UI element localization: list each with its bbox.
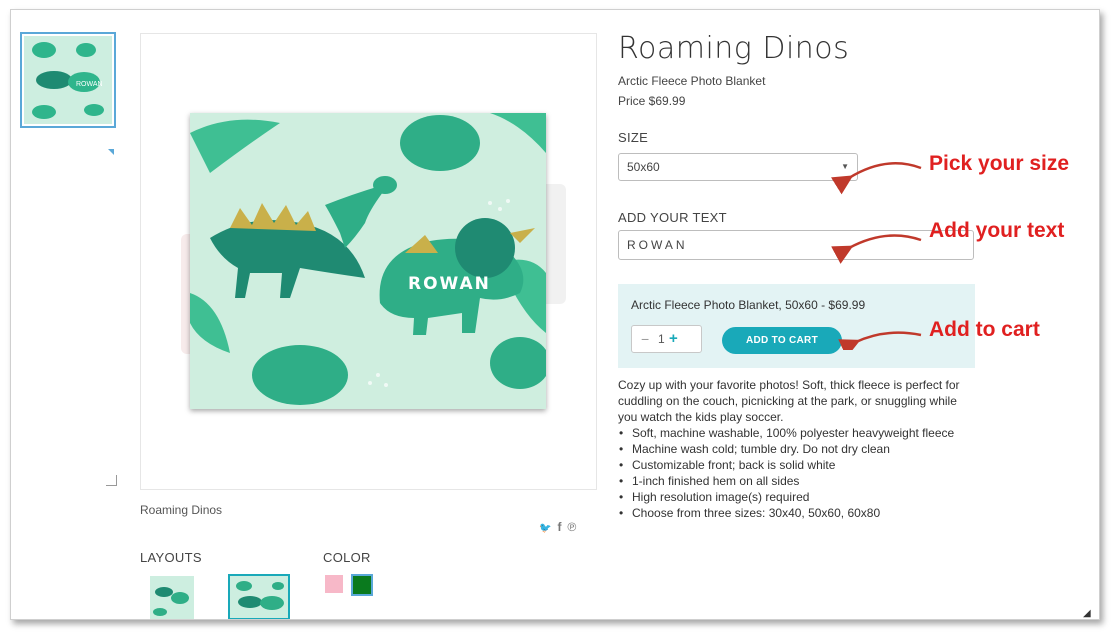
blanket-art: ROWAN — [190, 113, 546, 405]
image-caption: Roaming Dinos — [140, 503, 223, 517]
corner-marker-top — [108, 149, 114, 155]
blanket-preview: ROWAN — [190, 113, 546, 409]
size-label: SIZE — [618, 130, 649, 145]
arrow-size — [831, 162, 922, 195]
resize-handle-icon[interactable]: ◢ — [1083, 608, 1091, 619]
list-item: High resolution image(s) required — [619, 489, 978, 505]
product-price: Price $69.99 — [618, 94, 686, 108]
arrow-text — [831, 234, 922, 264]
quantity-stepper[interactable]: − 1 + — [631, 325, 702, 353]
color-label: COLOR — [323, 550, 371, 565]
triceratops: ROWAN — [379, 218, 535, 335]
thumbnail-active[interactable]: ROWAN — [20, 32, 116, 128]
layout-1-art — [153, 587, 189, 616]
list-item: Soft, machine washable, 100% polyester h… — [619, 425, 978, 441]
pinterest-icon[interactable]: ℗ — [567, 520, 582, 534]
arrow-cart — [838, 331, 922, 350]
size-select[interactable]: 50x60 ▼ — [618, 153, 858, 181]
annotation-size: Pick your size — [929, 152, 1070, 175]
main-product-image: ROWAN — [140, 33, 597, 490]
list-item: Choose from three sizes: 30x40, 50x60, 6… — [619, 505, 978, 521]
product-subtitle: Arctic Fleece Photo Blanket — [618, 74, 766, 88]
color-swatch-pink[interactable] — [325, 575, 343, 593]
description-intro: Cozy up with your favorite photos! Soft,… — [618, 378, 960, 424]
quantity-value[interactable]: 1 — [658, 326, 665, 352]
feature-list: Soft, machine washable, 100% polyester h… — [618, 425, 978, 521]
annotation-arrows — [831, 162, 922, 350]
facebook-icon[interactable]: f — [557, 520, 567, 534]
list-item: Customizable front; back is solid white — [619, 457, 978, 473]
corner-marker-bottom — [106, 475, 117, 486]
annotation-text: Add your text — [929, 219, 1065, 242]
plus-icon[interactable]: + — [669, 326, 678, 352]
product-page: ROWAN ROWAN Roaming Dinos 🐦f℗ LAYOUTS CO… — [10, 9, 1100, 620]
add-to-cart-button[interactable]: ADD TO CART — [722, 327, 842, 354]
color-swatch-green-selected[interactable] — [351, 574, 373, 596]
minus-icon[interactable]: − — [641, 326, 649, 352]
twitter-icon[interactable]: 🐦 — [539, 523, 557, 534]
layouts-label: LAYOUTS — [140, 550, 202, 565]
layout-option-2-selected[interactable] — [228, 574, 290, 619]
svg-text:ROWAN: ROWAN — [76, 81, 103, 88]
add-text-label: ADD YOUR TEXT — [618, 210, 727, 225]
list-item: Machine wash cold; tumble dry. Do not dr… — [619, 441, 978, 457]
social-share: 🐦f℗ — [539, 520, 582, 534]
thumbnail-image: ROWAN — [24, 36, 112, 124]
layout-option-1[interactable] — [150, 576, 194, 619]
layout-2-art — [236, 581, 284, 610]
size-select-value: 50x60 — [627, 160, 660, 174]
thumbnail-art: ROWAN — [32, 42, 104, 119]
product-title: Roaming Dinos — [618, 31, 850, 66]
blanket-name-text: ROWAN — [408, 274, 491, 294]
annotation-cart: Add to cart — [929, 318, 1040, 341]
list-item: 1-inch finished hem on all sides — [619, 473, 978, 489]
pterodactyl — [325, 176, 397, 248]
product-description: Cozy up with your favorite photos! Soft,… — [618, 377, 978, 521]
